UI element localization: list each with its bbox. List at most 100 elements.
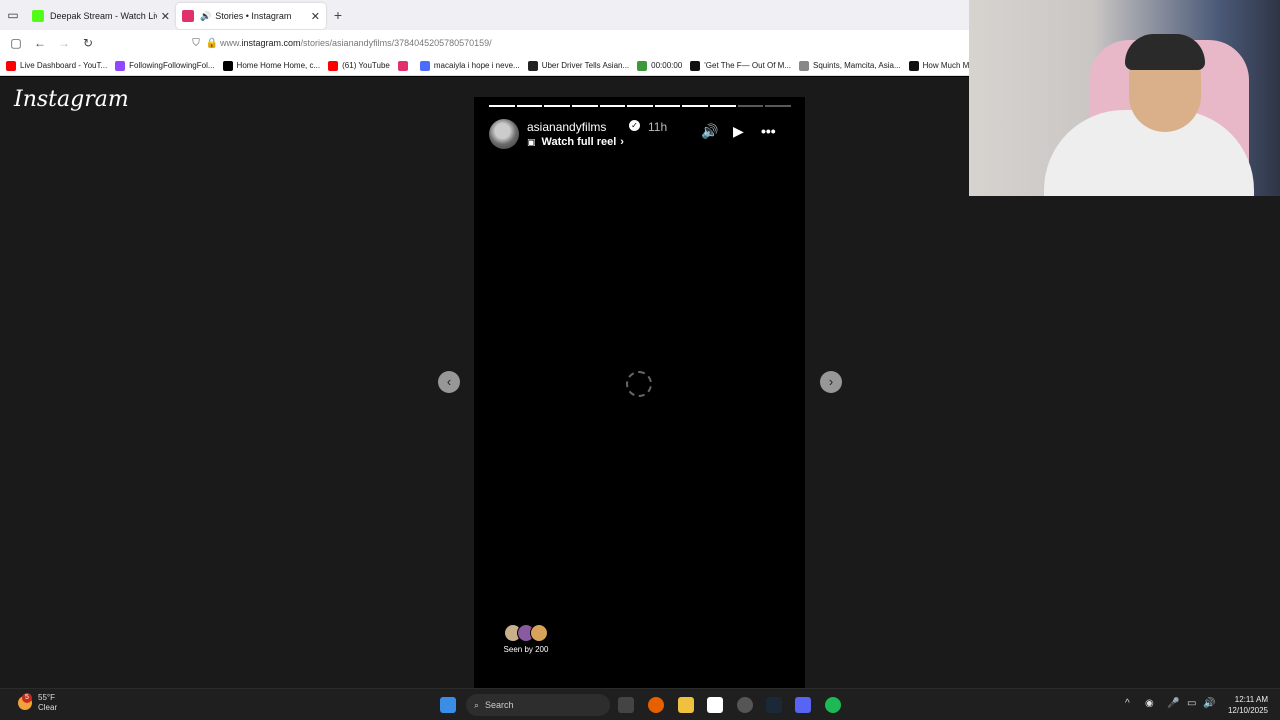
capcut-icon[interactable] xyxy=(707,697,723,713)
back-icon[interactable]: ← xyxy=(28,31,52,55)
clock-date: 12/10/2025 xyxy=(1227,706,1268,715)
more-options-icon[interactable]: ••• xyxy=(761,123,776,139)
bookmark-label: 'Get The F— Out Of M... xyxy=(704,61,792,70)
weather-temp: 55°F xyxy=(38,693,55,702)
chevron-up-icon[interactable]: ^ xyxy=(1125,698,1130,709)
weather-desc: Clear xyxy=(38,703,58,712)
story-viewer[interactable]: asianandyfilms ✓ 11h ▣ Watch full reel ›… xyxy=(474,97,805,688)
url-path: /stories/asianandyfilms/3784045205780570… xyxy=(300,38,492,48)
instagram-logo[interactable]: Instagram xyxy=(14,87,129,112)
progress-segment xyxy=(571,105,598,107)
kick-favicon-icon xyxy=(32,10,44,22)
shield-icon[interactable]: ⛉ xyxy=(188,38,204,49)
bookmark-label: Squints, Mamcita, Asia... xyxy=(813,61,901,70)
watch-full-reel-link[interactable]: ▣ Watch full reel › xyxy=(527,136,624,148)
reload-icon[interactable]: ↻ xyxy=(76,31,100,55)
bookmark-label: FollowingFollowingFol... xyxy=(129,61,215,70)
windows-start-icon[interactable] xyxy=(440,697,456,713)
weather-widget[interactable]: 5 55°F Clear xyxy=(18,693,57,713)
bookmark-favicon-icon xyxy=(799,60,810,71)
bookmark-favicon-icon xyxy=(637,60,648,71)
system-clock[interactable]: 12:11 AM 12/10/2025 xyxy=(1218,694,1268,716)
bookmark-favicon-icon xyxy=(419,60,430,71)
bookmark-item[interactable]: (61) YouTube xyxy=(328,60,390,71)
url-prefix: www. xyxy=(220,38,242,48)
progress-segment xyxy=(682,105,709,107)
bookmark-item[interactable]: Uber Driver Tells Asian... xyxy=(527,60,630,71)
bookmark-label: (61) YouTube xyxy=(342,61,390,70)
twitch-icon xyxy=(115,60,126,71)
search-label: Search xyxy=(485,700,514,710)
loading-spinner-icon xyxy=(626,371,652,397)
discord-icon[interactable] xyxy=(795,697,811,713)
tab-overview-icon[interactable]: ▭ xyxy=(0,0,26,30)
bookmark-item[interactable]: Home Home Home, c... xyxy=(222,60,321,71)
bookmark-item[interactable]: Live Dashboard - YouT... xyxy=(6,60,108,71)
story-username[interactable]: asianandyfilms xyxy=(527,120,606,134)
tab-title: Deepak Stream - Watch Live on xyxy=(50,11,157,21)
volume-icon[interactable]: 🔊 xyxy=(701,123,718,140)
new-tab-icon[interactable]: + xyxy=(326,7,350,23)
bookmark-item[interactable]: Squints, Mamcita, Asia... xyxy=(799,60,901,71)
previous-story-button[interactable]: ‹ xyxy=(438,371,460,393)
clock-time: 12:11 AM xyxy=(1234,695,1268,704)
webcam-person-hair xyxy=(1125,34,1205,70)
volume-tray-icon[interactable]: 🔊 xyxy=(1203,698,1215,709)
bookmark-item[interactable]: FollowingFollowingFol... xyxy=(115,60,215,71)
verified-badge-icon: ✓ xyxy=(629,120,640,131)
progress-segment xyxy=(489,105,515,107)
bookmark-label: Home Home Home, c... xyxy=(236,61,321,70)
network-icon[interactable]: ▭ xyxy=(1187,698,1196,709)
story-header: asianandyfilms ✓ 11h ▣ Watch full reel ›… xyxy=(489,117,789,151)
close-tab-icon[interactable]: ✕ xyxy=(161,10,170,23)
tab-instagram-stories[interactable]: 🔊 Stories • Instagram ✕ xyxy=(176,3,326,29)
forward-icon[interactable]: → xyxy=(52,31,76,55)
speaker-icon[interactable]: 🔊 xyxy=(200,11,211,22)
progress-segment xyxy=(710,105,736,107)
progress-segment xyxy=(654,105,681,107)
bookmark-item[interactable] xyxy=(397,60,412,71)
spotify-icon[interactable] xyxy=(825,697,841,713)
next-story-button[interactable]: › xyxy=(820,371,842,393)
tab-deepak-stream[interactable]: Deepak Stream - Watch Live on ✕ xyxy=(26,3,176,29)
story-progress-bar xyxy=(489,105,792,107)
youtube-icon xyxy=(6,60,16,71)
watch-full-reel-label: Watch full reel xyxy=(541,136,617,148)
microphone-icon[interactable]: 🎤 xyxy=(1167,698,1179,709)
play-icon[interactable]: ▶ xyxy=(733,123,744,140)
windows-taskbar: 5 55°F Clear ⌕ Search ^ ◉ 🎤 ▭ 🔊 12:11 AM… xyxy=(0,688,1280,720)
progress-segment xyxy=(599,105,626,107)
task-view-icon[interactable] xyxy=(618,697,634,713)
bookmark-favicon-icon xyxy=(908,60,919,71)
progress-segment xyxy=(765,105,792,107)
bookmark-label: Uber Driver Tells Asian... xyxy=(541,61,630,70)
search-icon: ⌕ xyxy=(474,699,480,710)
tray-app-icon[interactable]: ◉ xyxy=(1145,698,1154,709)
steam-icon[interactable] xyxy=(766,697,782,713)
viewer-avatar xyxy=(530,624,548,642)
bookmark-label: macaiyla i hope i neve... xyxy=(433,61,520,70)
bookmark-item[interactable]: 00:00:00 xyxy=(637,60,682,71)
progress-segment xyxy=(627,105,653,107)
webcam-overlay xyxy=(969,0,1280,196)
progress-segment xyxy=(516,105,543,107)
chevron-right-icon: › xyxy=(620,136,624,148)
bookmark-favicon-icon xyxy=(527,60,538,71)
youtube-icon xyxy=(328,60,339,71)
sidebar-toggle-icon[interactable]: ▢ xyxy=(4,31,28,55)
close-tab-icon[interactable]: ✕ xyxy=(311,10,320,23)
obs-icon[interactable] xyxy=(737,697,753,713)
avatar[interactable] xyxy=(489,119,519,149)
bookmark-item[interactable]: macaiyla i hope i neve... xyxy=(419,60,520,71)
reel-icon: ▣ xyxy=(527,136,536,147)
seen-by-section[interactable]: Seen by 200 xyxy=(496,624,556,654)
weather-icon: 5 xyxy=(18,693,32,710)
taskbar-search[interactable]: ⌕ Search xyxy=(466,694,610,716)
bookmark-label: Live Dashboard - YouT... xyxy=(20,61,108,70)
x-icon xyxy=(222,60,233,71)
file-explorer-icon[interactable] xyxy=(678,697,694,713)
firefox-icon[interactable] xyxy=(648,697,664,713)
bookmark-item[interactable]: 'Get The F— Out Of M... xyxy=(690,60,792,71)
lock-icon[interactable]: 🔒 xyxy=(204,38,220,49)
bookmark-favicon-icon xyxy=(690,60,701,71)
